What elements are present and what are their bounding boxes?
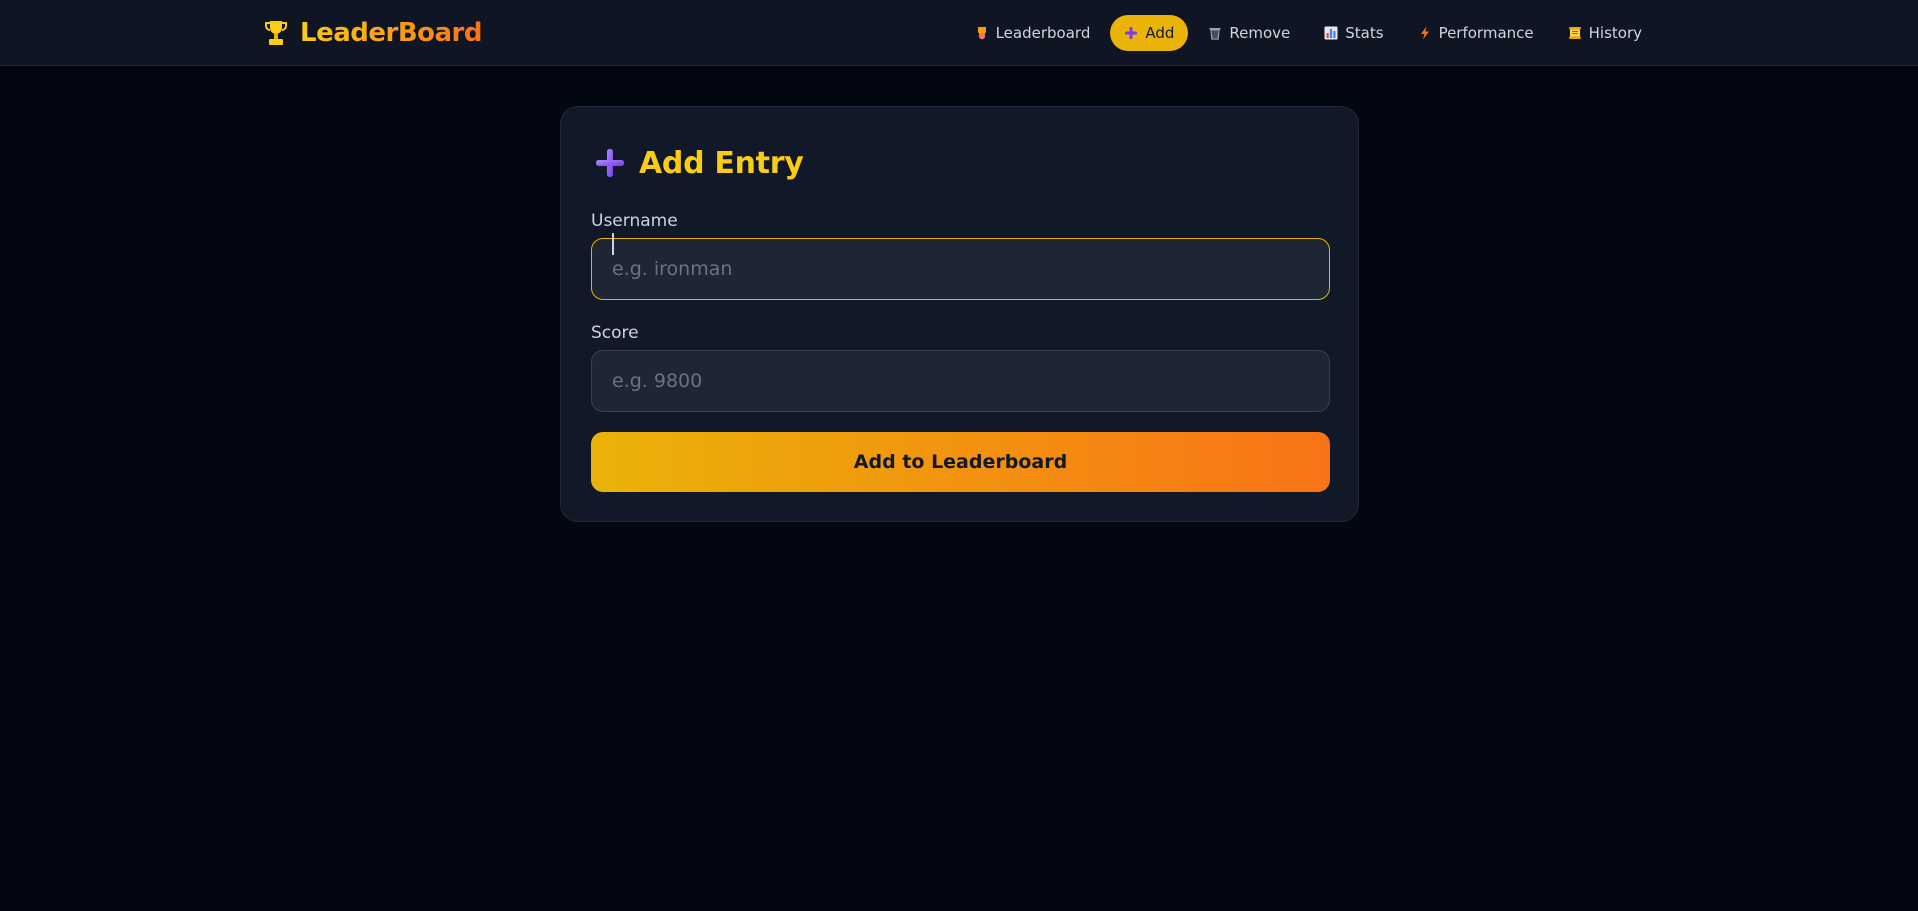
score-label: Score [591, 323, 639, 343]
nav-item-leaderboard[interactable]: Leaderboard [961, 15, 1105, 51]
lightning-icon [1420, 26, 1429, 40]
scroll-icon [1568, 27, 1581, 39]
trophy-icon [265, 21, 287, 45]
nav-item-performance[interactable]: Performance [1404, 15, 1548, 51]
card-header: Add Entry [595, 143, 804, 183]
top-navigation-bar: LeaderBoard Leaderboard Add Remove Stats… [0, 0, 1918, 66]
nav-label-stats: Stats [1345, 24, 1384, 42]
text-caret [612, 233, 614, 255]
nav-label-remove: Remove [1229, 24, 1291, 42]
username-label: Username [591, 211, 678, 231]
nav-item-history[interactable]: History [1554, 15, 1656, 51]
nav-item-remove[interactable]: Remove [1194, 15, 1304, 51]
nav-label-history: History [1588, 24, 1642, 42]
add-entry-card: Add Entry Username Score Add to Leaderbo… [560, 106, 1359, 522]
brand-name: LeaderBoard [300, 18, 482, 48]
page-title: Add Entry [639, 145, 804, 181]
plus-icon [596, 149, 624, 177]
plus-icon [1125, 27, 1138, 39]
brand-logo[interactable]: LeaderBoard [264, 18, 482, 48]
add-to-leaderboard-button[interactable]: Add to Leaderboard [591, 432, 1330, 492]
nav-item-add[interactable]: Add [1110, 15, 1189, 51]
username-input[interactable] [591, 238, 1330, 300]
trophy-medal-icon [977, 27, 986, 40]
main-nav: Leaderboard Add Remove Stats Performance… [961, 15, 1656, 51]
score-input[interactable] [591, 350, 1330, 412]
nav-item-stats[interactable]: Stats [1310, 15, 1397, 51]
nav-label-performance: Performance [1438, 24, 1534, 42]
nav-label-add: Add [1145, 24, 1175, 42]
trash-icon [1209, 28, 1221, 40]
nav-label-leaderboard: Leaderboard [995, 24, 1091, 42]
bar-chart-icon [1324, 26, 1338, 40]
